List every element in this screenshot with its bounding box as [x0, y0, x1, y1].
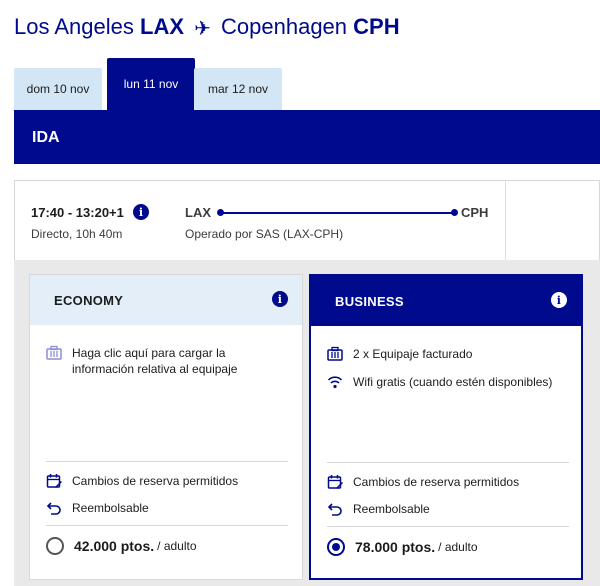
route-line: [221, 212, 455, 214]
economy-price-option[interactable]: 42.000 ptos. / adulto: [46, 537, 197, 555]
economy-price-divider: [46, 525, 288, 526]
route-title: Los Angeles LAX ✈ Copenhagen CPH: [14, 14, 400, 41]
flight-card[interactable]: 17:40 - 13:20+1 i Directo, 10h 40m LAX C…: [14, 180, 600, 261]
business-price-option[interactable]: 78.000 ptos. / adulto: [327, 538, 478, 556]
destination-airport: CPH: [461, 205, 489, 220]
business-divider: [327, 462, 569, 463]
flight-duration: Directo, 10h 40m: [31, 227, 123, 241]
origin-code: LAX: [140, 14, 184, 39]
business-baggage-text: 2 x Equipaje facturado: [353, 347, 473, 361]
luggage-icon: [46, 345, 62, 360]
tab-dom-10-nov[interactable]: dom 10 nov: [14, 68, 102, 110]
economy-price-unit: / adulto: [157, 539, 197, 553]
business-info-icon[interactable]: i: [551, 292, 567, 308]
business-price-unit: / adulto: [438, 540, 478, 554]
fare-economy[interactable]: ECONOMY i Haga clic aquí para cargar la …: [29, 274, 303, 580]
fare-economy-name: ECONOMY: [54, 293, 124, 308]
destination-code: CPH: [353, 14, 400, 39]
business-price: 78.000 ptos.: [355, 539, 436, 555]
calendar-edit-icon: [327, 475, 343, 489]
economy-refund-feature: Reembolsable: [46, 500, 286, 516]
refund-arrow-icon: [327, 503, 342, 516]
economy-changes-text: Cambios de reserva permitidos: [72, 474, 239, 488]
economy-divider: [46, 461, 288, 462]
origin-city: Los Angeles: [14, 14, 134, 39]
luggage-icon: [327, 346, 343, 361]
origin-airport: LAX: [185, 205, 211, 220]
plane-icon: ✈: [194, 18, 211, 40]
economy-baggage-text: Haga clic aquí para cargar la informació…: [72, 346, 238, 376]
economy-info-icon[interactable]: i: [272, 291, 288, 307]
business-wifi-feature: Wifi gratis (cuando estén disponibles): [327, 374, 567, 390]
fare-options: ECONOMY i Haga clic aquí para cargar la …: [14, 260, 600, 586]
economy-changes-feature: Cambios de reserva permitidos: [46, 473, 286, 489]
flight-info-icon[interactable]: i: [133, 204, 149, 220]
wifi-icon: [327, 376, 343, 389]
business-refund-text: Reembolsable: [353, 502, 430, 516]
business-wifi-text: Wifi gratis (cuando estén disponibles): [353, 375, 553, 389]
business-changes-text: Cambios de reserva permitidos: [353, 475, 520, 489]
tab-mar-12-nov[interactable]: mar 12 nov: [194, 68, 282, 110]
economy-radio[interactable]: [46, 537, 64, 555]
calendar-edit-icon: [46, 474, 62, 488]
fare-business[interactable]: BUSINESS i 2 x Equipaje facturado Wifi g…: [309, 274, 583, 580]
economy-price: 42.000 ptos.: [74, 538, 155, 554]
flight-times: 17:40 - 13:20+1: [31, 205, 124, 220]
fare-business-name: BUSINESS: [335, 294, 404, 309]
card-divider: [505, 181, 506, 261]
route-end-dot: [451, 209, 458, 216]
destination-city: Copenhagen: [221, 14, 348, 39]
direction-bar: IDA: [14, 110, 600, 164]
tab-lun-11-nov[interactable]: lun 11 nov: [107, 58, 195, 110]
operated-by: Operado por SAS (LAX-CPH): [185, 227, 344, 241]
business-refund-feature: Reembolsable: [327, 501, 567, 517]
direction-label: IDA: [32, 129, 60, 146]
economy-refund-text: Reembolsable: [72, 501, 149, 515]
fare-economy-header: ECONOMY i: [30, 275, 302, 325]
business-changes-feature: Cambios de reserva permitidos: [327, 474, 567, 490]
business-baggage-feature: 2 x Equipaje facturado: [327, 346, 567, 362]
economy-baggage-feature[interactable]: Haga clic aquí para cargar la informació…: [46, 345, 286, 377]
refund-arrow-icon: [46, 502, 61, 515]
business-radio[interactable]: [327, 538, 345, 556]
business-price-divider: [327, 526, 569, 527]
fare-business-header: BUSINESS i: [311, 276, 581, 326]
date-tabs: dom 10 nov lun 11 nov mar 12 nov: [14, 58, 600, 110]
